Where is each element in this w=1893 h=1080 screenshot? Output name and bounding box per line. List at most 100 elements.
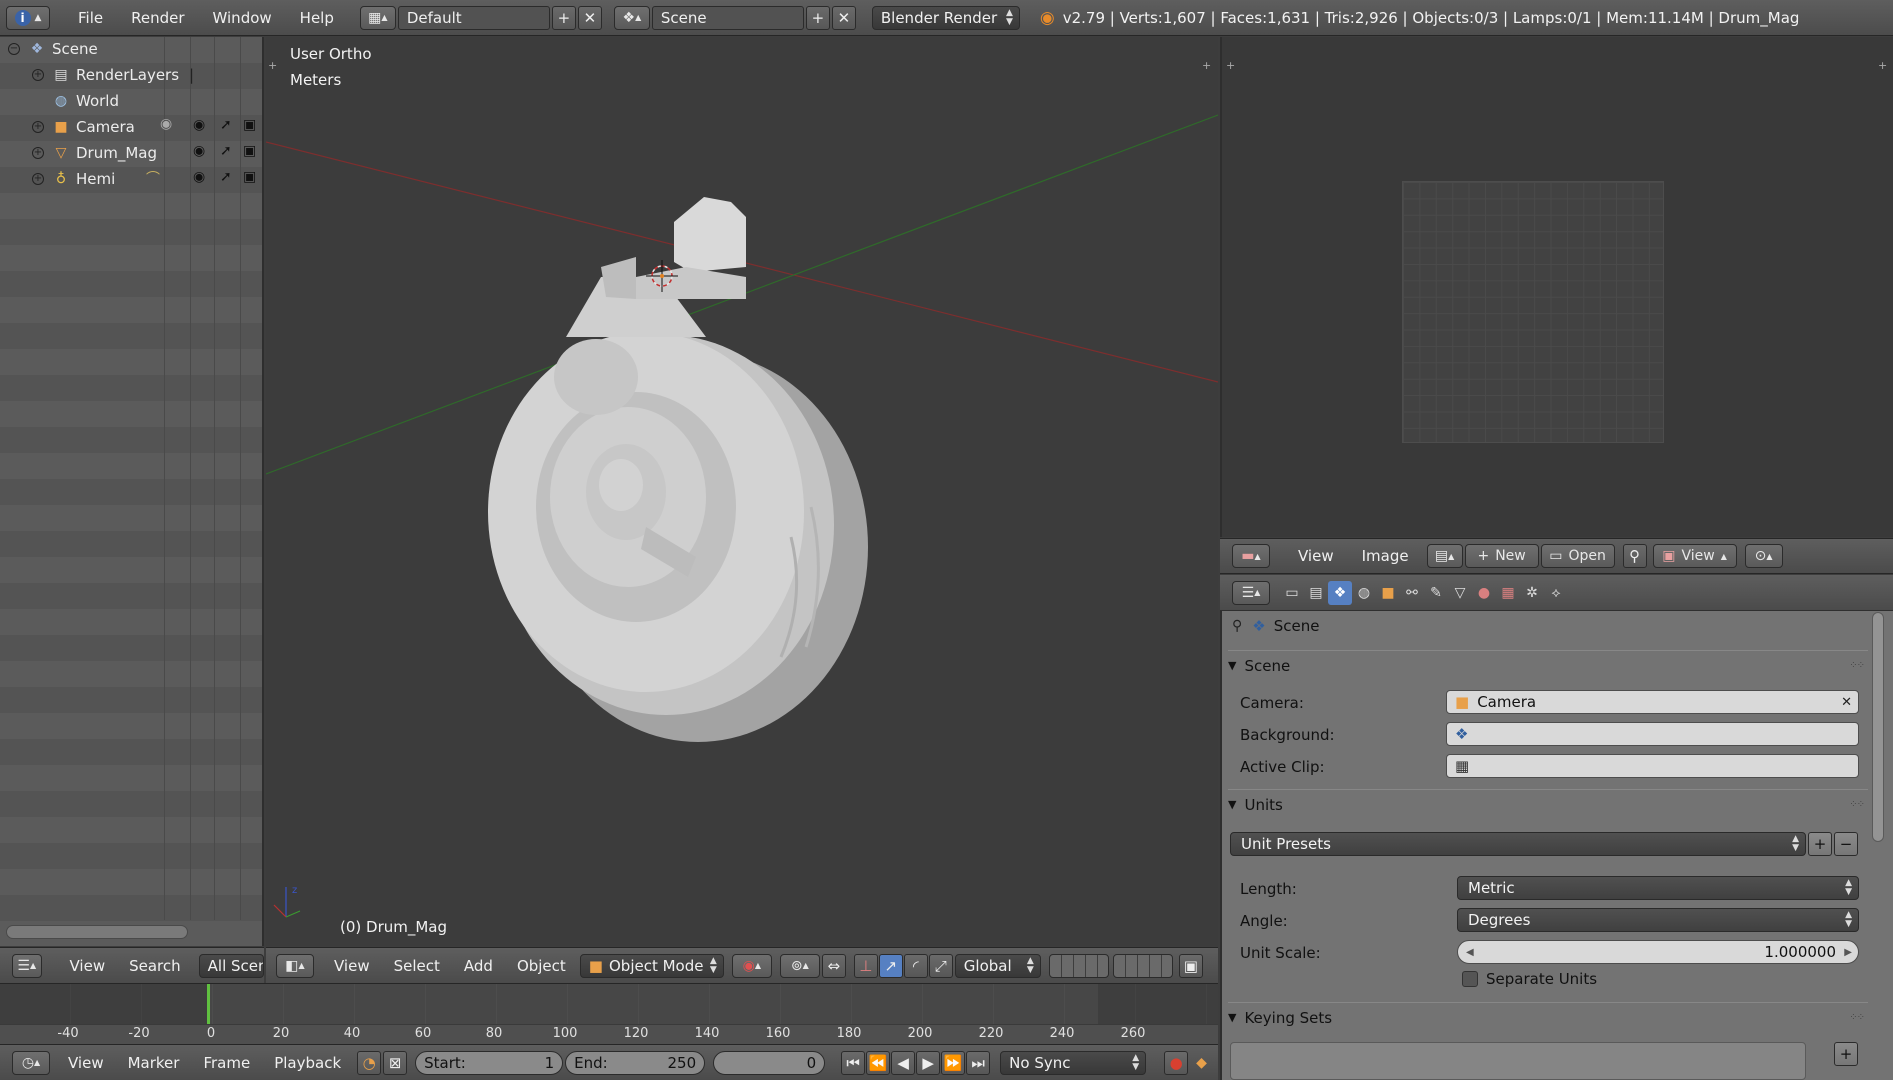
new-image-button[interactable]: + New — [1464, 544, 1539, 568]
render-layers-tab-icon[interactable]: ▤ — [1304, 581, 1328, 605]
editor-type-3dview-button[interactable]: ◧ ▲ — [276, 953, 314, 978]
background-field[interactable]: ❖ — [1446, 722, 1859, 746]
expand-icon[interactable]: + — [32, 121, 44, 133]
mesh-data-tab-icon[interactable]: ▽ — [1448, 581, 1472, 605]
manipulate-center-button[interactable]: ⇔ — [821, 953, 846, 978]
add-preset-button[interactable]: + — [1808, 832, 1832, 856]
add-screen-button[interactable]: + — [551, 5, 576, 30]
open-image-button[interactable]: ▭ Open — [1540, 544, 1615, 568]
timeline-area[interactable] — [0, 983, 1218, 1044]
rotate-manipulator-button[interactable]: ◜ — [903, 953, 928, 978]
menu-frame[interactable]: Frame — [203, 1054, 250, 1072]
transform-orientation-dropdown[interactable]: Global ▲ ▼ — [954, 953, 1041, 978]
keying-sets-list[interactable] — [1230, 1042, 1806, 1080]
outliner-item-drum-mag[interactable]: + ▽ Drum_Mag — [32, 140, 157, 166]
menu-window[interactable]: Window — [199, 9, 286, 27]
visibility-eye-icon[interactable]: ◉ — [193, 169, 205, 185]
image-properties-toggle-icon[interactable]: + — [1878, 59, 1887, 72]
selectable-cursor-icon[interactable]: ➚ — [220, 143, 232, 159]
world-tab-icon[interactable]: ◍ — [1352, 581, 1376, 605]
expand-icon[interactable]: + — [32, 147, 44, 159]
material-tab-icon[interactable]: ● — [1472, 581, 1496, 605]
editor-type-properties-button[interactable]: ☰ ▲ — [1232, 580, 1270, 605]
editor-type-timeline-button[interactable]: ◷ ▲ — [12, 1050, 50, 1075]
scene-selector[interactable]: ❖ ▲ — [613, 5, 650, 30]
add-keying-set-button[interactable]: + — [1834, 1042, 1858, 1066]
menu-file[interactable]: File — [64, 9, 117, 27]
view-mode-dropdown[interactable]: ▣ View ▲ — [1652, 544, 1737, 568]
outliner-horizontal-scrollbar[interactable] — [6, 925, 188, 939]
pin-image-button[interactable]: ⚲ — [1622, 544, 1647, 568]
visibility-eye-icon[interactable]: ◉ — [193, 143, 205, 159]
particles-tab-icon[interactable]: ✲ — [1520, 581, 1544, 605]
remove-screen-button[interactable]: ✕ — [577, 5, 602, 30]
selectable-cursor-icon[interactable]: ➚ — [220, 117, 232, 133]
menu-add[interactable]: Add — [464, 957, 493, 975]
outliner-item-hemi[interactable]: + ♁ Hemi — [32, 166, 115, 192]
frame-ruler[interactable] — [0, 1024, 1218, 1044]
outliner-item-world[interactable]: ◍ World — [52, 88, 119, 114]
expand-icon[interactable]: + — [32, 173, 44, 185]
renderable-camera-icon[interactable]: ▣ — [243, 117, 256, 133]
units-panel-header[interactable]: ▼ Units ⁘⁘ — [1228, 789, 1868, 819]
keying-sets-panel-header[interactable]: ▼ Keying Sets ⁘⁘ — [1228, 1002, 1868, 1032]
menu-view[interactable]: View — [70, 957, 106, 975]
drag-grip-icon[interactable]: ⁘⁘ — [1849, 660, 1865, 671]
interaction-mode-dropdown[interactable]: ■ Object Mode ▲ ▼ — [579, 953, 724, 978]
increment-arrow-icon[interactable]: ▶ — [1844, 947, 1852, 958]
jump-start-button[interactable]: ⏮ — [841, 1050, 866, 1075]
screen-layout-selector[interactable]: ▦ ▲ — [359, 5, 396, 30]
lock-time-button[interactable]: ⊠ — [383, 1050, 408, 1075]
separate-units-checkbox[interactable]: Separate Units — [1462, 970, 1597, 988]
outliner-item-scene[interactable]: − ❖ Scene — [8, 36, 98, 62]
scale-manipulator-button[interactable]: ⤢ — [928, 953, 953, 978]
jump-end-button[interactable]: ⏭ — [966, 1050, 991, 1075]
unit-presets-dropdown[interactable]: Unit Presets ▲ ▼ — [1230, 832, 1806, 856]
renderable-camera-icon[interactable]: ▣ — [243, 169, 256, 185]
menu-search[interactable]: Search — [129, 957, 181, 975]
decrement-arrow-icon[interactable]: ◀ — [1466, 947, 1474, 958]
pivot-point-dropdown[interactable]: ⊚ ▲ — [779, 953, 820, 978]
translate-manipulator-button[interactable]: ↗ — [878, 953, 903, 978]
camera-data-icon[interactable]: ◉ — [160, 116, 172, 132]
menu-view[interactable]: View — [68, 1054, 104, 1072]
physics-tab-icon[interactable]: ⟡ — [1544, 581, 1568, 605]
start-frame-field[interactable]: Start: 1 — [415, 1050, 564, 1075]
drag-grip-icon[interactable]: ⁘⁘ — [1849, 799, 1865, 810]
outliner-item-renderlayers[interactable]: + ▤ RenderLayers | — [32, 62, 194, 88]
layers-row-1[interactable] — [1048, 953, 1109, 978]
pivot-dropdown[interactable]: ⊙ ▲ — [1744, 544, 1783, 568]
editor-type-outliner-button[interactable]: ☰ ▲ — [12, 953, 42, 978]
menu-marker[interactable]: Marker — [128, 1054, 180, 1072]
lamp-data-icon[interactable]: ⌒ — [146, 168, 160, 188]
sync-mode-dropdown[interactable]: No Sync ▲ ▼ — [1000, 1050, 1147, 1075]
editor-type-info-button[interactable]: i ▲ — [6, 5, 50, 30]
renderable-camera-icon[interactable]: ▣ — [243, 143, 256, 159]
menu-help[interactable]: Help — [286, 9, 348, 27]
collapse-icon[interactable]: − — [8, 43, 20, 55]
jump-keyframe-forward-button[interactable]: ⏩ — [941, 1050, 966, 1075]
menu-render[interactable]: Render — [117, 9, 198, 27]
unit-scale-field[interactable]: ◀ 1.000000 ▶ — [1457, 940, 1859, 964]
3d-viewport[interactable]: User Ortho Meters (0) Drum_Mag z + + — [266, 37, 1218, 946]
menu-image[interactable]: Image — [1362, 547, 1409, 565]
texture-tab-icon[interactable]: ▦ — [1496, 581, 1520, 605]
add-scene-button[interactable]: + — [805, 5, 830, 30]
image-toolshelf-toggle-icon[interactable]: + — [1226, 59, 1235, 72]
checkbox-box[interactable] — [1462, 971, 1478, 987]
properties-region-toggle-icon[interactable]: + — [1202, 59, 1211, 72]
play-reverse-button[interactable]: ◀ — [891, 1050, 916, 1075]
end-frame-field[interactable]: End: 250 — [565, 1050, 706, 1075]
menu-view[interactable]: View — [1298, 547, 1334, 565]
angle-dropdown[interactable]: Degrees ▲ ▼ — [1457, 908, 1859, 932]
scene-tab-icon[interactable]: ❖ — [1328, 580, 1352, 605]
expand-icon[interactable]: + — [32, 69, 44, 81]
current-frame-indicator[interactable] — [207, 984, 210, 1024]
length-dropdown[interactable]: Metric ▲ ▼ — [1457, 876, 1859, 900]
toolshelf-toggle-icon[interactable]: + — [268, 59, 277, 72]
lock-layers-button[interactable]: ▣ — [1178, 953, 1203, 978]
active-clip-field[interactable]: ▦ — [1446, 754, 1859, 778]
constraints-tab-icon[interactable]: ⚯ — [1400, 581, 1424, 605]
drag-grip-icon[interactable]: ⁘⁘ — [1849, 1012, 1865, 1023]
object-tab-icon[interactable]: ■ — [1376, 581, 1400, 605]
